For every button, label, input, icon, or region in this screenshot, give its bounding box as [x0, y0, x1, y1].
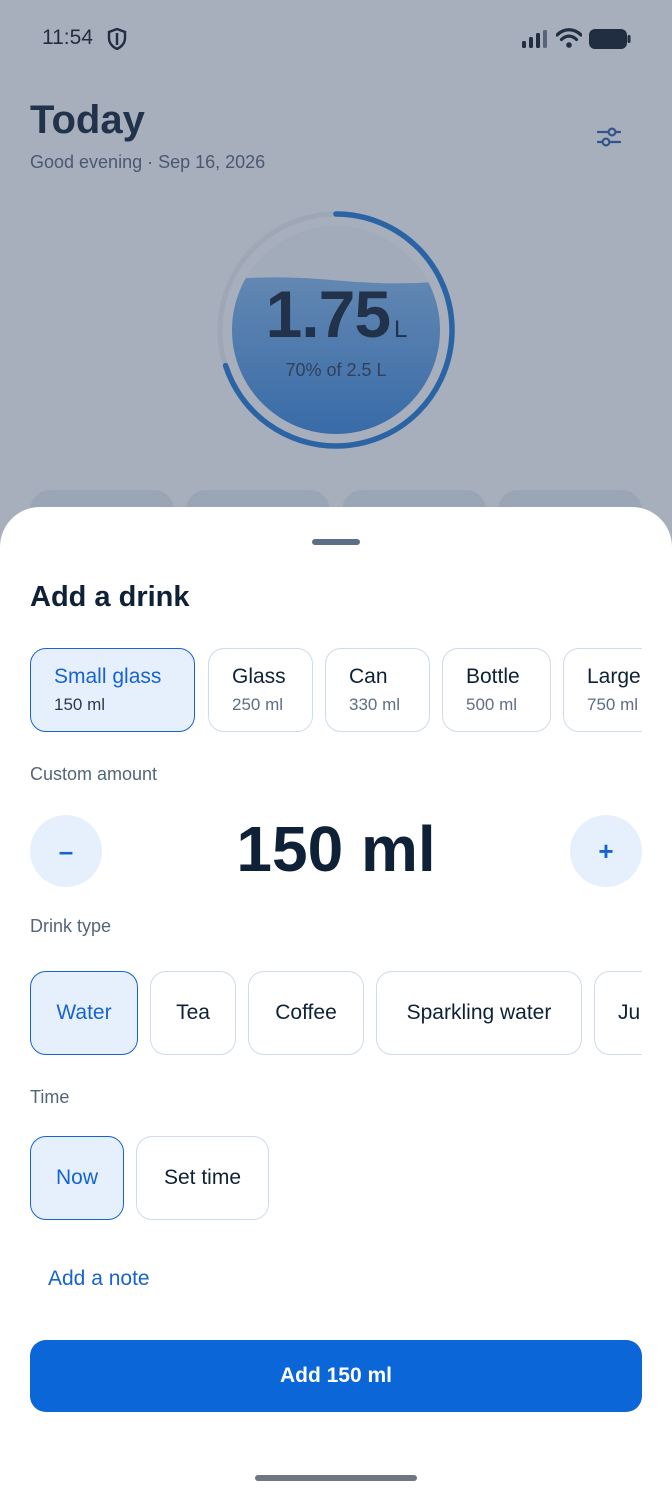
preset-glass[interactable]: Glass 250 ml: [208, 648, 313, 732]
time-set-time[interactable]: Set time: [136, 1136, 269, 1220]
preset-volume: 750 ml: [587, 695, 639, 714]
preset-bottle[interactable]: Bottle 500 ml: [442, 648, 551, 732]
preset-name: Large: [587, 665, 641, 688]
preset-can[interactable]: Can 330 ml: [325, 648, 430, 732]
preset-large[interactable]: Large 750 ml: [563, 648, 642, 732]
add-drink-sheet: Add a drink Small glass 150 ml Glass 250…: [0, 507, 672, 1496]
preset-row: Small glass 150 ml Glass 250 ml Can 330 …: [30, 648, 642, 732]
sheet-title: Add a drink: [30, 581, 190, 613]
preset-name: Glass: [232, 665, 286, 688]
time-now[interactable]: Now: [30, 1136, 124, 1220]
drink-type-sparkling-water[interactable]: Sparkling water: [376, 971, 582, 1055]
custom-amount-label: Custom amount: [30, 764, 158, 784]
drink-type-row: Water Tea Coffee Sparkling water Ju: [30, 971, 642, 1055]
home-indicator: [255, 1475, 417, 1481]
preset-volume: 500 ml: [466, 695, 518, 714]
preset-name: Can: [349, 665, 388, 688]
increment-button[interactable]: +: [570, 815, 642, 887]
drink-type-juice[interactable]: Ju: [594, 971, 642, 1055]
drink-type-tea[interactable]: Tea: [150, 971, 236, 1055]
custom-amount-value: 150 ml: [236, 813, 436, 885]
sheet-drag-handle[interactable]: [312, 539, 360, 545]
minus-icon: –: [58, 835, 74, 866]
preset-name: Bottle: [466, 665, 520, 688]
preset-volume: 330 ml: [349, 695, 401, 714]
preset-volume: 250 ml: [232, 695, 284, 714]
drink-type-water[interactable]: Water: [30, 971, 138, 1055]
drink-type-coffee[interactable]: Coffee: [248, 971, 364, 1055]
time-label: Time: [30, 1087, 70, 1107]
decrement-button[interactable]: –: [30, 815, 102, 887]
plus-icon: +: [598, 835, 614, 866]
preset-small-glass[interactable]: Small glass 150 ml: [30, 648, 195, 732]
preset-volume: 150 ml: [54, 695, 106, 714]
time-row: Now Set time: [30, 1136, 642, 1220]
drink-type-label: Drink type: [30, 916, 112, 936]
add-note-link[interactable]: Add a note: [48, 1267, 150, 1291]
add-drink-button[interactable]: Add 150 ml: [30, 1340, 642, 1412]
preset-name: Small glass: [54, 665, 162, 688]
